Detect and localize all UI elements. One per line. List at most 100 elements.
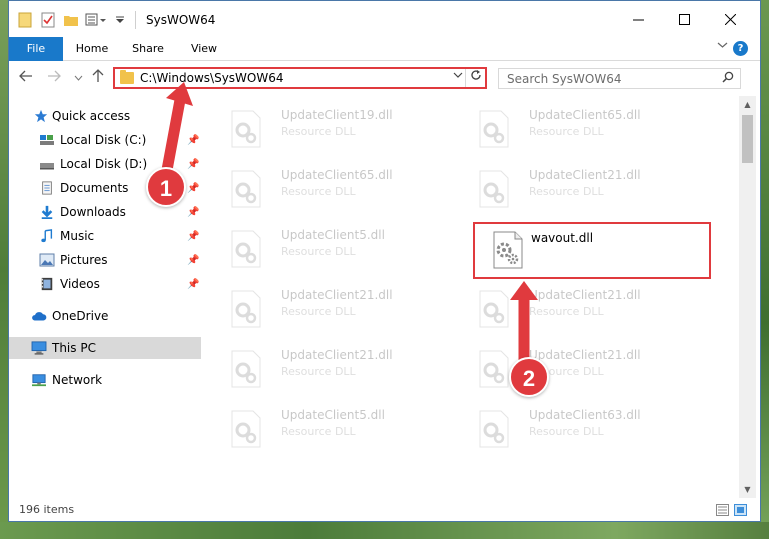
tab-share[interactable]: Share — [125, 37, 171, 61]
tab-view[interactable]: View — [181, 37, 227, 61]
recent-locations-chevron-icon[interactable] — [69, 69, 87, 87]
maximize-icon — [678, 13, 690, 25]
tab-file[interactable]: File — [9, 37, 63, 61]
file-name: UpdateClient21.dll — [529, 168, 641, 182]
cloud-icon — [32, 312, 47, 321]
address-folder-icon — [120, 70, 134, 84]
pin-icon[interactable]: 📌 — [187, 279, 199, 290]
pictures-icon — [39, 253, 55, 267]
dll-file-icon — [231, 290, 261, 328]
dll-file-icon — [231, 170, 261, 208]
nav-label: Pictures — [60, 253, 108, 267]
nav-label: Videos — [60, 277, 100, 291]
dll-file-icon — [231, 350, 261, 388]
dll-file-icon — [231, 230, 261, 268]
file-list: UpdateClient19.dll Resource DLL UpdateCl… — [201, 96, 739, 491]
minimize-icon — [632, 19, 644, 20]
scroll-down-arrow-icon[interactable]: ▼ — [739, 481, 756, 498]
address-dropdown-icon[interactable] — [453, 71, 463, 82]
nav-label: Quick access — [52, 109, 131, 123]
file-item[interactable]: UpdateClient21.dll Resource DLL — [201, 338, 431, 392]
file-name: UpdateClient65.dll — [529, 108, 641, 122]
pin-icon[interactable]: 📌 — [187, 207, 199, 218]
nav-label: This PC — [52, 341, 96, 355]
maximize-button[interactable] — [661, 5, 707, 33]
tab-home[interactable]: Home — [69, 37, 115, 61]
file-type: Resource DLL — [529, 425, 604, 438]
star-icon — [34, 109, 48, 123]
file-item[interactable]: UpdateClient19.dll Resource DLL — [201, 98, 431, 152]
nav-item-this-pc[interactable]: This PC — [9, 337, 201, 359]
window-title: SysWOW64 — [146, 13, 216, 27]
large-icons-view-icon[interactable] — [734, 504, 747, 516]
nav-item-music[interactable]: Music 📌 — [9, 225, 201, 247]
close-icon — [724, 13, 736, 25]
file-name: UpdateClient21.dll — [529, 348, 641, 362]
ribbon-tabs: File Home Share View ? — [9, 37, 760, 61]
address-bar[interactable]: C:\Windows\SysWOW64 — [113, 67, 487, 89]
nav-item-videos[interactable]: Videos 📌 — [9, 273, 201, 295]
minimize-button[interactable] — [615, 5, 661, 33]
nav-label: Downloads — [60, 205, 126, 219]
nav-item-onedrive[interactable]: OneDrive — [9, 305, 201, 327]
title-separator — [135, 11, 136, 29]
dll-file-icon — [479, 410, 509, 448]
quick-access-dropdown-icon[interactable] — [113, 11, 127, 29]
file-name: UpdateClient21.dll — [281, 348, 393, 362]
file-type: Resource DLL — [281, 425, 356, 438]
title-bar: SysWOW64 — [9, 1, 760, 37]
drive-icon — [40, 163, 54, 170]
nav-label: Documents — [60, 181, 129, 195]
file-item[interactable]: UpdateClient5.dll Resource DLL — [201, 218, 431, 272]
scroll-up-arrow-icon[interactable]: ▲ — [739, 96, 756, 113]
close-button[interactable] — [707, 5, 753, 33]
status-bar: 196 items — [9, 499, 760, 521]
nav-label: Music — [60, 229, 95, 243]
details-view-icon[interactable] — [716, 504, 729, 516]
nav-label: OneDrive — [52, 309, 109, 323]
file-name: UpdateClient19.dll — [281, 108, 393, 122]
pin-icon[interactable]: 📌 — [187, 183, 199, 194]
file-item[interactable]: UpdateClient21.dll Resource DLL — [449, 158, 679, 212]
search-input[interactable] — [499, 69, 709, 88]
file-type: Resource DLL — [281, 125, 356, 138]
file-item[interactable]: UpdateClient65.dll Resource DLL — [201, 158, 431, 212]
desktop-background-left — [0, 0, 8, 539]
address-path: C:\Windows\SysWOW64 — [140, 71, 284, 85]
forward-arrow-icon[interactable] — [45, 69, 63, 87]
file-item[interactable]: UpdateClient65.dll Resource DLL — [449, 98, 679, 152]
customize-toolbar-icon[interactable] — [85, 11, 107, 29]
pin-icon[interactable]: 📌 — [187, 231, 199, 242]
nav-label: Network — [52, 373, 103, 387]
file-name: UpdateClient65.dll — [281, 168, 393, 182]
refresh-icon[interactable] — [465, 69, 485, 87]
nav-item-pictures[interactable]: Pictures 📌 — [9, 249, 201, 271]
new-folder-icon[interactable] — [63, 11, 79, 29]
network-icon — [32, 374, 46, 387]
vertical-scrollbar[interactable]: ▲ ▼ — [739, 96, 756, 498]
dll-file-icon — [231, 110, 261, 148]
file-item[interactable]: UpdateClient21.dll Resource DLL — [449, 338, 679, 392]
nav-item-local-disk-c[interactable]: Local Disk (C:) 📌 — [9, 129, 201, 151]
scroll-thumb[interactable] — [742, 115, 753, 163]
desktop-background-bottom — [0, 522, 769, 539]
file-item[interactable]: UpdateClient63.dll Resource DLL — [449, 398, 679, 452]
nav-label: Local Disk (D:) — [60, 157, 148, 171]
pin-icon[interactable]: 📌 — [187, 135, 199, 146]
pin-icon[interactable]: 📌 — [187, 255, 199, 266]
back-arrow-icon[interactable] — [17, 69, 35, 87]
search-box — [498, 68, 741, 89]
file-item[interactable]: UpdateClient21.dll Resource DLL — [449, 278, 679, 332]
file-name: UpdateClient21.dll — [529, 288, 641, 302]
nav-item-quick-access[interactable]: Quick access — [9, 105, 201, 127]
file-item[interactable]: UpdateClient21.dll Resource DLL — [201, 278, 431, 332]
up-arrow-icon[interactable] — [89, 69, 107, 87]
properties-icon[interactable] — [40, 11, 56, 29]
help-button[interactable]: ? — [733, 41, 748, 56]
file-name: UpdateClient5.dll — [281, 228, 385, 242]
file-item[interactable]: UpdateClient5.dll Resource DLL — [201, 398, 431, 452]
pin-icon[interactable]: 📌 — [187, 159, 199, 170]
search-icon[interactable] — [722, 71, 734, 87]
nav-item-network[interactable]: Network — [9, 369, 201, 391]
expand-ribbon-icon[interactable] — [717, 41, 728, 52]
